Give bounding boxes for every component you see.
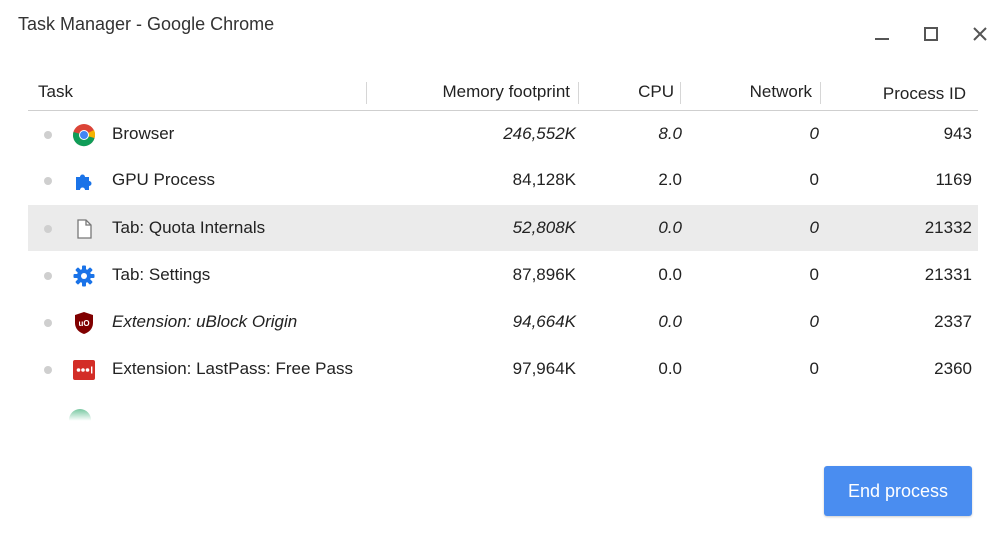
table-row[interactable]: Extension: LastPass: Free Pass 97,964K 0… [28,346,978,392]
task-name: Tab: Settings [112,265,211,284]
memory-value: 94,664K [512,312,576,331]
header-task[interactable]: Task [38,82,73,102]
memory-value: 84,128K [512,170,576,189]
close-button[interactable] [968,22,992,46]
cpu-value: 0.0 [658,312,682,331]
status-dot [44,177,52,185]
network-value: 0 [809,124,819,143]
pid-value: 21331 [924,265,972,284]
header-pid[interactable]: Process ID [883,84,966,104]
puzzle-icon [76,174,92,190]
task-name: GPU Process [112,170,215,189]
column-separator[interactable] [820,82,821,104]
page-icon [77,219,92,239]
table-scroll-fade [28,404,978,428]
pid-value: 943 [943,124,972,143]
task-name: Tab: Quota Internals [112,218,266,237]
maximize-button[interactable] [919,22,943,46]
column-separator[interactable] [578,82,579,104]
pid-value: 2360 [934,359,972,378]
pid-value: 21332 [924,218,972,237]
pid-value: 2337 [934,312,972,331]
header-network[interactable]: Network [750,82,812,102]
status-dot [44,225,52,233]
header-cpu[interactable]: CPU [638,82,674,102]
memory-value: 97,964K [512,359,576,378]
ublock-icon: uO [75,312,93,334]
table-row[interactable]: uO Extension: uBlock Origin 94,664K 0.0 … [28,299,978,345]
gear-icon [73,265,95,287]
maximize-icon [924,27,938,41]
network-value: 0 [809,312,819,331]
cpu-value: 8.0 [658,124,682,143]
network-value: 0 [809,359,819,378]
task-name: Extension: uBlock Origin [112,312,298,331]
end-process-button[interactable]: End process [824,466,972,516]
table-row[interactable]: GPU Process 84,128K 2.0 0 1169 [28,157,978,203]
table-row[interactable]: Browser 246,552K 8.0 0 943 [28,111,978,157]
table-row-selected[interactable]: Tab: Quota Internals 52,808K 0.0 0 21332 [28,205,978,251]
cpu-value: 0.0 [658,265,682,284]
status-dot [44,366,52,374]
lastpass-icon [73,360,95,380]
memory-value: 52,808K [512,218,576,237]
minimize-button[interactable] [870,22,894,46]
network-value: 0 [809,170,819,189]
task-name: Extension: LastPass: Free Pass [112,359,353,378]
cpu-value: 0.0 [658,359,682,378]
header-memory[interactable]: Memory footprint [442,82,570,102]
close-icon [973,27,987,41]
task-name: Browser [112,124,175,143]
cpu-value: 0.0 [658,218,682,237]
minimize-icon [875,38,889,40]
network-value: 0 [809,265,819,284]
table-row[interactable]: Tab: Settings 87,896K 0.0 0 21331 [28,252,978,298]
task-manager-window: Task Manager - Google Chrome Task Memory… [0,0,1000,541]
pid-value: 1169 [935,170,972,189]
status-dot [44,131,52,139]
task-table: Task Memory footprint CPU Network Proces… [28,76,978,426]
memory-value: 87,896K [512,265,576,284]
status-dot [44,319,52,327]
svg-text:uO: uO [78,319,89,328]
memory-value: 246,552K [503,124,576,143]
cpu-value: 2.0 [658,170,682,189]
window-title: Task Manager - Google Chrome [18,14,275,34]
table-header: Task Memory footprint CPU Network Proces… [28,76,978,111]
network-value: 0 [809,218,819,237]
chrome-icon [72,124,96,147]
column-separator[interactable] [680,82,681,104]
status-dot [44,272,52,280]
column-separator[interactable] [366,82,367,104]
